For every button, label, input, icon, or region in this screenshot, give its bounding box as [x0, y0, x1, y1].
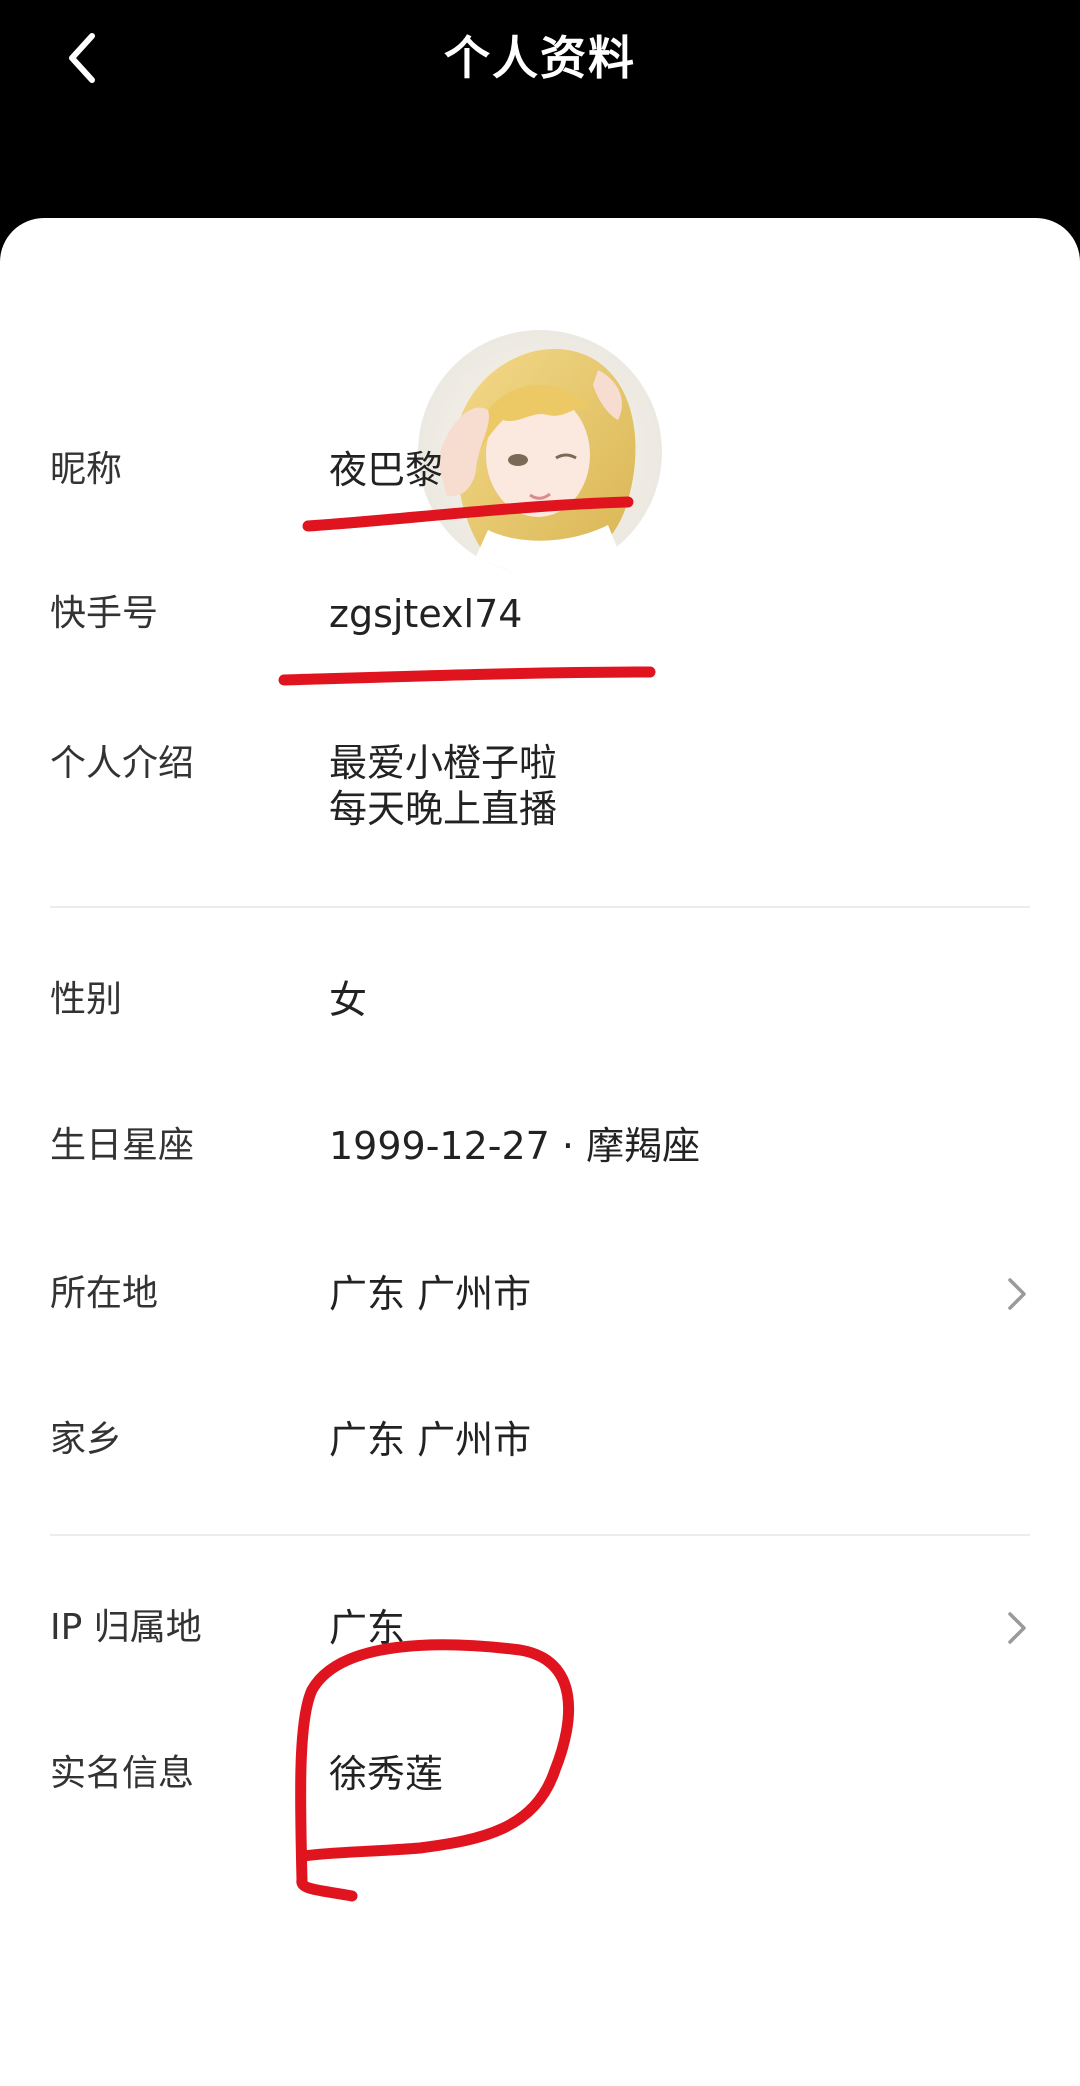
- realname-value: 徐秀莲: [329, 1752, 444, 1796]
- avatar-illustration: [418, 330, 662, 574]
- intro-label: 个人介绍: [50, 743, 195, 784]
- hometown-label: 家乡: [50, 1419, 123, 1460]
- avatar[interactable]: [418, 330, 662, 574]
- birthday-value: 1999-12-27 · 摩羯座: [329, 1124, 701, 1168]
- chevron-right-icon[interactable]: [1000, 1604, 1034, 1652]
- gender-label: 性别: [50, 979, 123, 1020]
- chevron-right-icon[interactable]: [1000, 1270, 1034, 1318]
- realname-label: 实名信息: [50, 1753, 195, 1794]
- section-divider-1: [50, 906, 1030, 908]
- ip-location-label: IP 归属地: [50, 1607, 202, 1648]
- profile-page: 个人资料 昵称 夜巴黎 快手号 zgsjtexl74 个人介绍 最爱小橙子啦 每…: [0, 0, 1080, 2086]
- location-value: 广东 广州市: [329, 1272, 532, 1316]
- birthday-label: 生日星座: [50, 1125, 195, 1166]
- gender-value: 女: [329, 978, 368, 1022]
- ip-location-value: 广东: [329, 1606, 406, 1650]
- section-divider-2: [50, 1534, 1030, 1536]
- kuaishou-id-label: 快手号: [50, 593, 159, 634]
- intro-line-1: 最爱小橙子啦: [329, 741, 558, 785]
- location-label: 所在地: [50, 1273, 159, 1314]
- nickname-label: 昵称: [50, 449, 123, 490]
- hometown-value: 广东 广州市: [329, 1418, 532, 1462]
- intro-line-2: 每天晚上直播: [329, 787, 558, 831]
- top-bar: 个人资料: [0, 0, 1080, 220]
- nickname-value: 夜巴黎: [329, 448, 444, 492]
- page-title: 个人资料: [444, 31, 636, 85]
- kuaishou-id-value: zgsjtexl74: [329, 592, 523, 636]
- intro-value: 最爱小橙子啦 每天晚上直播: [329, 740, 557, 832]
